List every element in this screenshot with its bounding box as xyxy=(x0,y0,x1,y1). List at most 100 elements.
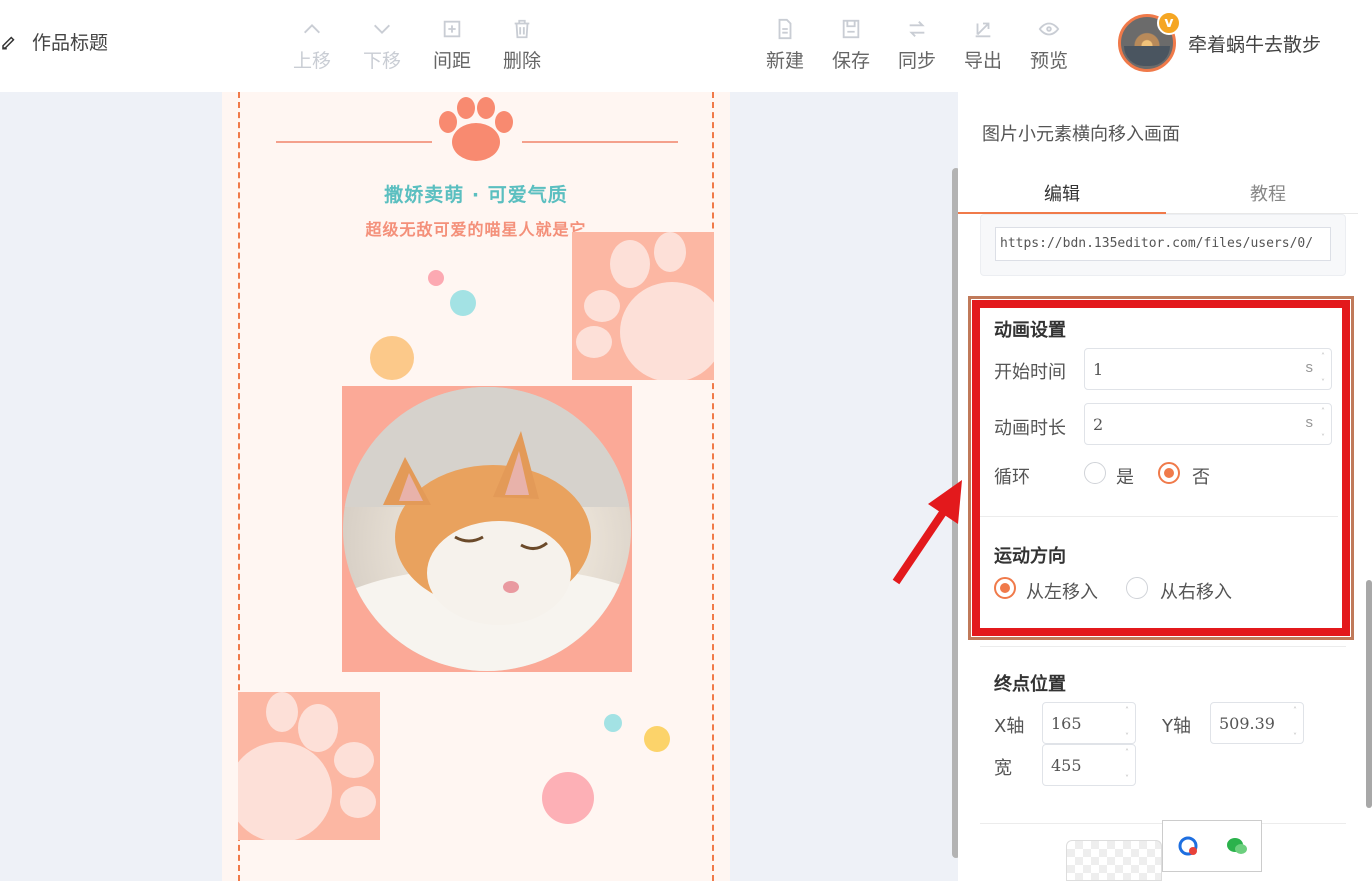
cat-photo xyxy=(343,387,631,671)
deco-dot xyxy=(542,772,594,824)
new-button[interactable]: 新建 xyxy=(757,18,813,73)
save-label: 保存 xyxy=(831,50,870,72)
duration-stepper[interactable]: ˄ ˅ xyxy=(1321,408,1329,442)
sync-icon xyxy=(909,21,925,37)
paw-icon xyxy=(439,97,513,161)
section-divider xyxy=(980,516,1338,517)
x-axis-stepper[interactable]: ˄ ˅ xyxy=(1125,707,1133,741)
duration-input[interactable]: 2 s ˄ ˅ xyxy=(1084,403,1332,445)
spacing-label: 间距 xyxy=(432,50,471,72)
start-time-stepper[interactable]: ˄ ˅ xyxy=(1321,353,1329,387)
vip-badge: v xyxy=(1157,11,1181,35)
design-canvas[interactable]: 撒娇卖萌 · 可爱气质 超级无敌可爱的喵星人就是它 xyxy=(222,92,730,881)
chevron-up-icon xyxy=(304,24,320,34)
user-menu[interactable]: v 牵着蜗牛去散步 xyxy=(1118,11,1322,72)
duration-label: 动画时长 xyxy=(994,418,1066,439)
deco-dot xyxy=(428,270,444,286)
paw-icon xyxy=(576,232,714,380)
y-axis-label: Y轴 xyxy=(1162,716,1191,737)
sync-label: 同步 xyxy=(897,50,936,72)
preview-label: 预览 xyxy=(1029,50,1068,72)
new-label: 新建 xyxy=(765,50,804,72)
image-url-section: https://bdn.135editor.com/files/users/0/ xyxy=(980,214,1346,276)
paw-tile-bottom[interactable] xyxy=(238,692,380,840)
move-down-button[interactable]: 下移 xyxy=(354,18,410,73)
duration-unit: s xyxy=(1305,414,1314,431)
cat-illustration xyxy=(343,387,631,671)
section-divider xyxy=(980,646,1346,647)
deco-dot xyxy=(644,726,670,752)
top-toolbar: 作品标题 上移 下移 间距 删除 新建 保存 同步 导出 预览 v 牵着蜗牛去散… xyxy=(0,0,1372,92)
deco-dot xyxy=(450,290,476,316)
export-icon xyxy=(975,22,991,38)
sync-button[interactable]: 同步 xyxy=(889,18,945,73)
selection-border-right xyxy=(712,92,714,881)
chevron-down-icon xyxy=(374,24,390,34)
export-label: 导出 xyxy=(963,50,1002,72)
from-right-radio[interactable] xyxy=(1126,577,1148,599)
end-position-heading: 终点位置 xyxy=(994,674,1066,695)
direction-heading: 运动方向 xyxy=(994,546,1066,567)
deco-dot xyxy=(370,336,414,380)
x-axis-label: X轴 xyxy=(994,716,1025,737)
cat-image-frame[interactable] xyxy=(342,386,632,672)
delete-button[interactable]: 删除 xyxy=(494,18,550,73)
floating-tools xyxy=(1162,820,1262,872)
from-left-label[interactable]: 从左移入 xyxy=(1026,578,1098,604)
preview-button[interactable]: 预览 xyxy=(1021,18,1077,73)
width-label: 宽 xyxy=(994,758,1012,779)
loop-label: 循环 xyxy=(994,467,1030,488)
workspace-left xyxy=(0,92,222,881)
loop-no-radio[interactable] xyxy=(1158,462,1180,484)
move-down-label: 下移 xyxy=(362,50,401,72)
animation-heading: 动画设置 xyxy=(994,320,1066,341)
title-edit[interactable]: 作品标题 xyxy=(0,28,108,55)
width-value: 455 xyxy=(1051,756,1082,775)
headline: 撒娇卖萌 · 可爱气质 xyxy=(384,184,568,206)
paw-tile-top[interactable] xyxy=(572,232,714,380)
from-right-label[interactable]: 从右移入 xyxy=(1160,578,1232,604)
start-time-value: 1 xyxy=(1093,360,1104,379)
image-thumbnail[interactable] xyxy=(1066,840,1162,881)
x-axis-input[interactable]: 165 ˄ ˅ xyxy=(1042,702,1136,744)
username: 牵着蜗牛去散步 xyxy=(1188,33,1322,56)
save-icon xyxy=(842,19,860,39)
duration-value: 2 xyxy=(1093,415,1104,434)
export-button[interactable]: 导出 xyxy=(955,18,1011,73)
wechat-icon[interactable] xyxy=(1225,834,1249,858)
loop-no-label[interactable]: 否 xyxy=(1192,463,1210,489)
move-up-button[interactable]: 上移 xyxy=(284,18,340,73)
y-axis-input[interactable]: 509.39 ˄ ˅ xyxy=(1210,702,1304,744)
image-url-field[interactable]: https://bdn.135editor.com/files/users/0/ xyxy=(995,227,1331,261)
loop-yes-radio[interactable] xyxy=(1084,462,1106,484)
y-axis-stepper[interactable]: ˄ ˅ xyxy=(1293,707,1301,741)
panel-tabs: 编辑 教程 xyxy=(958,172,1358,214)
save-button[interactable]: 保存 xyxy=(823,18,879,73)
delete-label: 删除 xyxy=(502,50,541,72)
loop-yes-label[interactable]: 是 xyxy=(1116,463,1134,489)
width-input[interactable]: 455 ˄ ˅ xyxy=(1042,744,1136,786)
avatar[interactable]: v xyxy=(1118,11,1181,72)
trash-icon xyxy=(514,19,530,39)
x-axis-value: 165 xyxy=(1051,714,1082,733)
start-time-label: 开始时间 xyxy=(994,362,1066,383)
spacing-icon xyxy=(443,20,461,38)
pencil-icon xyxy=(2,35,15,49)
title-label: 作品标题 xyxy=(32,32,109,54)
from-left-radio[interactable] xyxy=(994,577,1016,599)
width-stepper[interactable]: ˄ ˅ xyxy=(1125,749,1133,783)
deco-dot xyxy=(604,714,622,732)
start-time-input[interactable]: 1 s ˄ ˅ xyxy=(1084,348,1332,390)
panel-scrollbar[interactable] xyxy=(1366,580,1372,808)
deco-line-left xyxy=(276,141,432,143)
start-time-unit: s xyxy=(1305,359,1314,376)
paw-icon xyxy=(238,692,376,840)
eye-icon xyxy=(1038,22,1060,36)
spacing-button[interactable]: 间距 xyxy=(424,18,480,73)
tab-tutorial[interactable]: 教程 xyxy=(1250,180,1286,206)
new-file-icon xyxy=(778,18,792,40)
tab-edit[interactable]: 编辑 xyxy=(1044,180,1080,206)
panel-title: 图片小元素横向移入画面 xyxy=(982,124,1180,145)
annotation-arrow-icon xyxy=(892,480,962,585)
cloud-upload-icon[interactable] xyxy=(1176,834,1200,858)
